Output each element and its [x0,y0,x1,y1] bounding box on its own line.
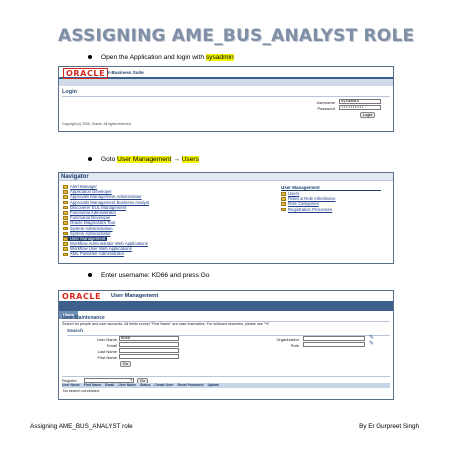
password-label: Password [317,106,335,111]
user-management-menu: Users Roles & Role Inheritance Role Catego… [281,191,336,212]
username-input[interactable]: sysadmin [339,99,381,104]
login-button[interactable]: Login [360,112,376,118]
organization-label: Organization [276,337,299,342]
column-header: Update [207,383,220,387]
email-input[interactable] [119,342,179,347]
page-icon [281,207,286,212]
folder-icon [63,190,68,194]
divider [62,96,390,97]
copyright: Copyright (c) 2006, Oracle. All rights r… [62,122,132,126]
last-name-label: Last Name [97,349,117,354]
first-name-input[interactable] [119,354,179,359]
folder-icon [63,252,68,257]
page-icon [281,192,286,196]
flashlight-icon[interactable]: ✎ [369,341,376,347]
page-icon [281,202,286,207]
user-maintenance-screenshot: ORACLE User Management Users Roles & Role… [58,290,394,400]
step-2: Goto User Management → Users [88,156,199,163]
footer-right: By Er Gurpreet Singh [359,423,419,430]
login-heading: Login [62,89,77,95]
highlight-user-management: User Management [117,156,172,163]
password-input[interactable]: •••••••••• [339,105,381,110]
oracle-logo: ORACLE [63,68,109,79]
folder-icon [63,200,68,205]
divider [62,376,390,377]
user-name-input[interactable]: KD66 [119,336,179,341]
page-icon [281,197,286,201]
oracle-logo: ORACLE [62,292,102,301]
folder-icon [63,242,68,246]
column-header: Create User [154,383,174,387]
column-header: First Name [83,383,102,387]
menu-link[interactable]: Registration Processes [281,207,336,212]
app-name: User Management [111,293,159,299]
first-name-label: First Name [97,355,117,360]
highlight-sysadmin: sysadmin [205,54,234,61]
oracle-header: ORACLE User Management [59,291,393,303]
bullet-icon [88,55,92,60]
search-heading: Search [67,329,83,334]
arrow-icon: → [173,156,180,163]
email-label: Email [106,343,117,348]
folder-icon [63,216,68,220]
results-table-header: User Name First Name Email User Name Status C… [62,383,390,388]
role-input[interactable] [303,342,365,347]
organization-input[interactable] [303,336,365,341]
column-header: Reset Password [177,383,204,387]
role-label: Role [290,343,299,348]
responsibility-link[interactable]: XML Publisher Administrator [63,251,149,256]
folder-icon [63,236,68,241]
last-name-input[interactable] [119,348,179,353]
column-header: User Name [62,383,80,387]
empty-results-text: No search conducted. [63,389,100,393]
navigator-heading: Navigator [59,173,393,181]
username-label: Username [316,100,335,105]
user-name-label: User Name [96,337,117,342]
folder-icon [63,185,68,189]
go-button[interactable]: Go [120,361,132,367]
column-header: Status [140,383,151,387]
folder-icon [63,205,68,210]
bullet-icon [88,157,92,162]
column-header: User Name [118,383,137,387]
folder-icon [63,221,68,225]
folder-icon [63,195,68,200]
bullet-icon [88,273,92,278]
document-title: ASSIGNING AME_BUS_ANALYST ROLE [58,26,415,46]
tab-bar: Users Roles & Role Inheritance Role Catego… [59,303,393,319]
oracle-header: ORACLE E-Business Suite [59,67,393,79]
folder-icon [63,226,68,231]
header-strip [59,79,393,86]
step-1: Open the Application and login with sysa… [88,54,234,61]
instruction-text: Search for people and user accounts. All… [62,322,270,326]
step-3: Enter username: KD66 and press Go [88,272,210,279]
login-screenshot: ORACLE E-Business Suite Login Username s… [58,66,394,132]
tab[interactable]: Registration Processes [167,311,216,319]
responsibility-list: Alert Manager Application Developer Approv… [63,184,149,257]
footer-left: Assigning AME_BUS_ANALYST role [30,423,133,430]
navigator-screenshot: Navigator Alert Manager Application Devel… [58,172,394,264]
folder-icon [63,211,68,215]
folder-icon [63,247,68,251]
tab[interactable]: Role Categories [130,311,167,319]
column-header: Email [105,383,115,387]
highlight-users: Users [181,156,199,163]
folder-icon [63,231,68,236]
suite-name: E-Business Suite [107,70,144,75]
